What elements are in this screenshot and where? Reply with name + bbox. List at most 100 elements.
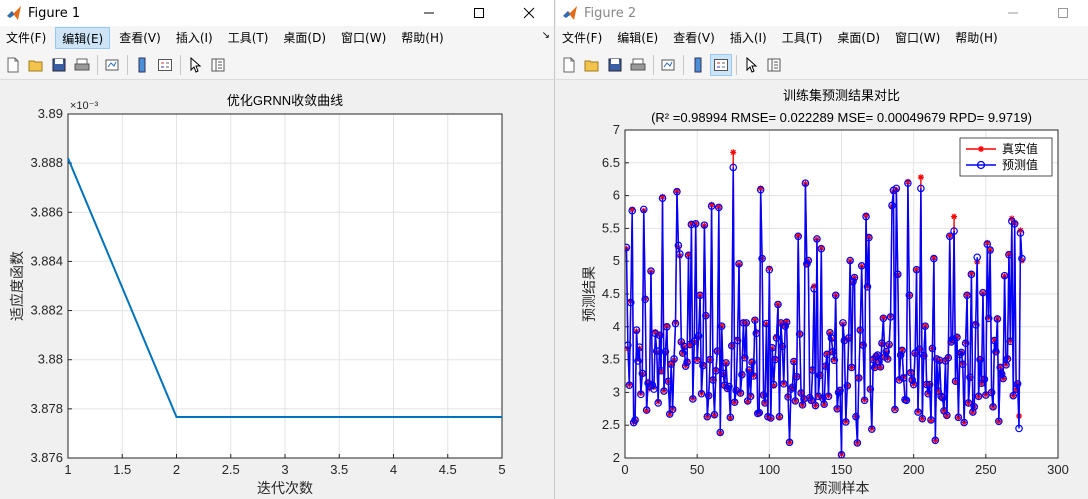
x-tick-label: 3 xyxy=(281,462,288,477)
x-tick-label: 300 xyxy=(1047,462,1069,477)
matlab-icon xyxy=(7,6,21,20)
property-inspector-button[interactable] xyxy=(207,54,229,76)
menu-bar: 文件(F) 编辑(E) 查看(V) 插入(I) 工具(T) 桌面(D) 窗口(W… xyxy=(556,26,1088,50)
figure-canvas[interactable]: 1 1.5 2 2.5 3 3.5 4 4.5 5 3.876 3.878 3.88 3.882 3.88… xyxy=(0,80,554,499)
new-figure-button[interactable] xyxy=(2,54,24,76)
insert-legend-button[interactable] xyxy=(710,53,732,76)
menu-desktop[interactable]: 桌面(D) xyxy=(277,27,332,49)
convergence-chart[interactable]: 1 1.5 2 2.5 3 3.5 4 4.5 5 3.876 3.878 3.88 3.882 3.88… xyxy=(0,80,555,499)
toolbar xyxy=(556,50,1088,80)
y-axis-label: 适应度函数 xyxy=(9,251,25,321)
menu-edit[interactable]: 编辑(E) xyxy=(611,27,664,49)
toolbar-separator xyxy=(180,54,181,75)
menu-file[interactable]: 文件(F) xyxy=(0,27,52,49)
minimize-button[interactable] xyxy=(404,0,454,26)
toolbar-separator xyxy=(97,54,98,75)
minimize-button[interactable] xyxy=(988,0,1038,26)
toolbar-separator xyxy=(653,54,654,75)
menu-edit[interactable]: 编辑(E) xyxy=(55,27,111,49)
print-icon xyxy=(74,58,90,70)
menu-view[interactable]: 查看(V) xyxy=(667,27,721,49)
y-tick-label: 3.888 xyxy=(30,155,63,170)
menu-tools[interactable]: 工具(T) xyxy=(776,27,829,49)
insert-colorbar-button[interactable] xyxy=(131,54,153,76)
dock-arrow-icon[interactable]: ↘ xyxy=(542,30,550,41)
x-tick-label: 50 xyxy=(690,462,704,477)
menu-help[interactable]: 帮助(H) xyxy=(949,27,1003,49)
menu-bar: 文件(F) 编辑(E) 查看(V) 插入(I) 工具(T) 桌面(D) 窗口(W… xyxy=(0,26,554,50)
x-tick-label: 5 xyxy=(498,462,505,477)
prediction-comparison-chart[interactable]: 0 50 100 150 200 250 300 2 2.5 3 3.5 4 4.5 5 5.5 6 6.5 7 预… xyxy=(556,80,1088,499)
matlab-icon xyxy=(563,6,577,20)
arrow-pointer-icon xyxy=(746,56,758,73)
open-file-button[interactable] xyxy=(581,54,603,76)
link-plot-button[interactable] xyxy=(101,54,123,76)
x-tick-label: 3.5 xyxy=(330,462,348,477)
x-axis-label: 预测样本 xyxy=(814,480,870,496)
menu-insert[interactable]: 插入(I) xyxy=(170,27,219,49)
colorbar-icon xyxy=(694,57,702,72)
folder-open-icon xyxy=(28,60,43,71)
legend-icon xyxy=(158,58,172,71)
y-tick-label: 7 xyxy=(613,122,620,137)
y-tick-label: 2 xyxy=(613,450,620,465)
y-tick-label: 3.878 xyxy=(30,401,63,416)
link-plot-icon xyxy=(105,59,119,70)
y-tick-label: 4.5 xyxy=(602,286,620,301)
minimize-icon xyxy=(424,12,434,14)
actual-point xyxy=(951,213,958,220)
menu-tools[interactable]: 工具(T) xyxy=(222,27,275,49)
maximize-icon xyxy=(1058,8,1068,18)
x-tick-label: 1 xyxy=(64,462,71,477)
colorbar-icon xyxy=(138,57,146,72)
title-bar[interactable]: Figure 2 xyxy=(556,0,1088,26)
open-file-button[interactable] xyxy=(25,54,47,76)
y-tick-label: 5.5 xyxy=(602,220,620,235)
new-figure-button[interactable] xyxy=(558,54,580,76)
title-bar[interactable]: Figure 1 xyxy=(0,0,554,26)
menu-desktop[interactable]: 桌面(D) xyxy=(831,27,886,49)
y-tick-label: 4 xyxy=(613,319,620,334)
link-plot-icon xyxy=(661,59,675,70)
x-tick-label: 150 xyxy=(831,462,853,477)
y-tick-label: 3.886 xyxy=(30,204,63,219)
print-button[interactable] xyxy=(627,54,649,76)
y-exponent-label: ×10⁻³ xyxy=(70,100,98,112)
y-tick-label: 3.882 xyxy=(30,303,63,318)
menu-window[interactable]: 窗口(W) xyxy=(889,27,946,49)
x-tick-label: 2.5 xyxy=(222,462,240,477)
menu-window[interactable]: 窗口(W) xyxy=(335,27,392,49)
insert-colorbar-button[interactable] xyxy=(687,54,709,76)
chart-title: 训练集预测结果对比 xyxy=(783,88,900,103)
toolbar xyxy=(0,50,554,80)
minimize-icon xyxy=(1008,12,1018,14)
x-tick-label: 0 xyxy=(621,462,628,477)
save-button[interactable] xyxy=(604,54,626,76)
window-title: Figure 2 xyxy=(584,5,637,21)
figure-canvas[interactable]: 0 50 100 150 200 250 300 2 2.5 3 3.5 4 4.5 5 5.5 6 6.5 7 预… xyxy=(556,80,1088,499)
insert-legend-button[interactable] xyxy=(154,54,176,76)
maximize-button[interactable] xyxy=(454,0,504,26)
link-plot-button[interactable] xyxy=(657,54,679,76)
menu-help[interactable]: 帮助(H) xyxy=(395,27,449,49)
new-file-icon xyxy=(563,57,575,72)
save-button[interactable] xyxy=(48,54,70,76)
legend-actual-label: 真实值 xyxy=(1002,141,1038,156)
menu-insert[interactable]: 插入(I) xyxy=(724,27,773,49)
print-button[interactable] xyxy=(71,54,93,76)
property-inspector-button[interactable] xyxy=(763,54,785,76)
legend-actual-marker xyxy=(978,146,984,152)
actual-point xyxy=(730,149,737,156)
y-tick-label: 6 xyxy=(613,188,620,203)
chart-subtitle: (R² =0.98994 RMSE= 0.022289 MSE= 0.00049… xyxy=(651,110,1032,125)
maximize-button[interactable] xyxy=(1038,0,1088,26)
y-axis-label: 预测结果 xyxy=(581,266,597,322)
legend-predicted-label: 预测值 xyxy=(1002,157,1038,172)
edit-plot-button[interactable] xyxy=(184,54,206,76)
menu-file[interactable]: 文件(F) xyxy=(556,27,608,49)
menu-view[interactable]: 查看(V) xyxy=(113,27,167,49)
edit-plot-button[interactable] xyxy=(740,54,762,76)
arrow-pointer-icon xyxy=(190,56,202,73)
y-tick-label: 3.88 xyxy=(38,352,63,367)
close-button[interactable] xyxy=(504,0,554,26)
